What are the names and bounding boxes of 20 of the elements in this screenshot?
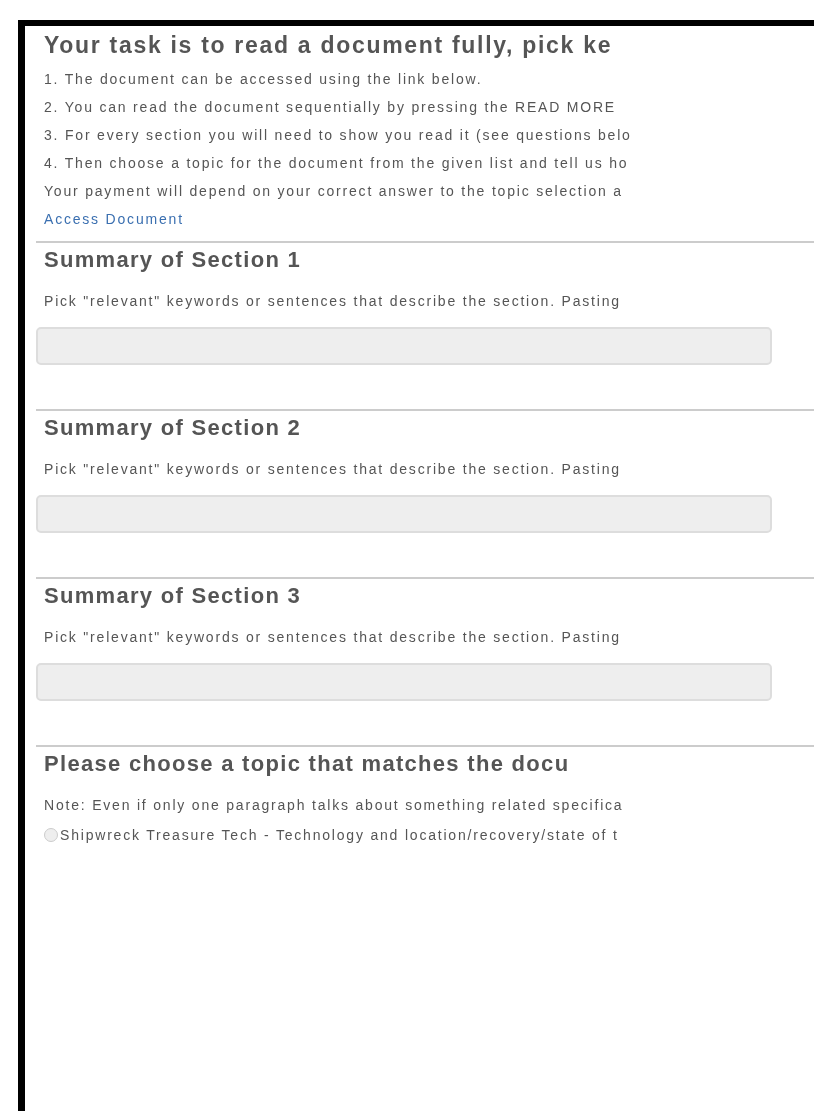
- section-heading: Summary of Section 1: [44, 247, 302, 273]
- option-label[interactable]: Shipwreck Treasure Tech - Technology and location/recovery/state of t: [60, 827, 619, 843]
- input-field[interactable]: [36, 663, 772, 701]
- page-title: Your task is to read a document fully, pick ke: [44, 32, 613, 59]
- section-heading: Summary of Section 2: [44, 415, 302, 441]
- instruction-text: 4. Then choose a topic for the document from the given list and tell us ho: [44, 155, 629, 171]
- section-instruction: Pick "relevant" keywords or sentences that describe the section. Pasting: [44, 461, 621, 477]
- instruction-text: 1. The document can be accessed using the link below.: [44, 71, 483, 87]
- radio-button[interactable]: [44, 828, 58, 842]
- access-document-link[interactable]: Access Document: [44, 211, 184, 227]
- section-heading: Summary of Section 3: [44, 583, 302, 609]
- instruction-text: 2. You can read the document sequentially by pressing the READ MORE: [44, 99, 616, 115]
- instruction-text: 3. For every section you will need to show you read it (see questions belo: [44, 127, 632, 143]
- section-heading: Please choose a topic that matches the docu: [44, 751, 570, 777]
- payment-note: Your payment will depend on your correct answer to the topic selection a: [44, 183, 623, 199]
- section-instruction: Pick "relevant" keywords or sentences that describe the section. Pasting: [44, 629, 621, 645]
- topic-note: Note: Even if only one paragraph talks about something related specifica: [44, 797, 624, 813]
- input-field[interactable]: [36, 327, 772, 365]
- section-instruction: Pick "relevant" keywords or sentences that describe the section. Pasting: [44, 293, 621, 309]
- input-field[interactable]: [36, 495, 772, 533]
